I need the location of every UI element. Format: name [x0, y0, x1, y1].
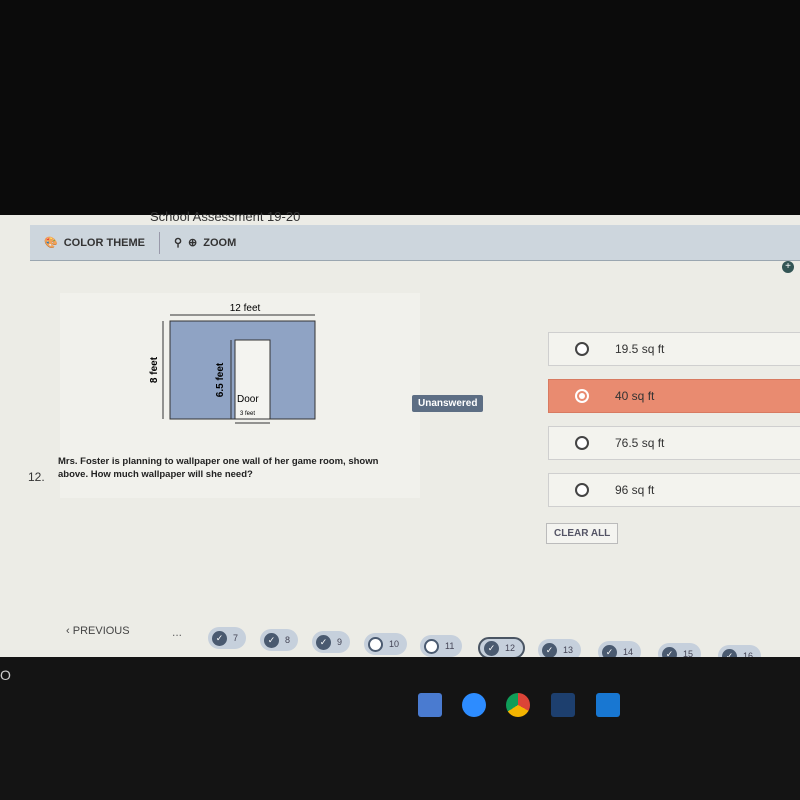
game-app-icon[interactable]	[418, 693, 442, 717]
door-width-label: 3 feet	[240, 411, 255, 417]
answer-option-4[interactable]: 96 sq ft	[548, 473, 800, 507]
unanswered-circle-icon	[424, 638, 439, 654]
launcher-icon[interactable]: O	[0, 667, 11, 683]
question-pill-7[interactable]: ✓ 7	[208, 627, 247, 649]
question-number-label: 8	[285, 635, 291, 645]
door-rect	[234, 339, 271, 420]
plus-icon[interactable]: +	[782, 261, 794, 273]
height-label: 8 feet	[149, 356, 160, 383]
answer-option-3[interactable]: 76.5 sq ft	[548, 426, 800, 460]
question-number-label: 11	[445, 641, 455, 651]
radio-icon[interactable]	[575, 483, 589, 497]
chevron-left-icon: ‹	[66, 625, 73, 637]
zoom-out-icon[interactable]: ⚲	[174, 236, 182, 249]
question-number-label: 12	[505, 643, 516, 653]
palette-icon: 🎨	[44, 237, 58, 249]
question-pill-12[interactable]: ✓ 12	[478, 637, 526, 659]
zoom-app-icon[interactable]	[462, 693, 486, 717]
color-theme-button[interactable]: 🎨 COLOR THEME	[30, 236, 159, 250]
door-height-label: 6.5 feet	[215, 362, 226, 397]
answer-label: 96 sq ft	[615, 483, 655, 497]
check-icon: ✓	[212, 630, 227, 646]
question-number-label: 14	[623, 647, 634, 657]
wall-diagram: 12 feet 8 feet 6.5 feet Door 3 feet	[149, 303, 316, 424]
t-app-icon[interactable]	[551, 693, 575, 717]
color-theme-label: COLOR THEME	[63, 236, 145, 249]
unanswered-tooltip: Unanswered	[412, 395, 484, 412]
assessment-title: School Assessment 19-20	[150, 209, 301, 224]
question-text: Mrs. Foster is planning to wallpaper one…	[58, 456, 379, 480]
x-app-icon[interactable]	[596, 693, 620, 717]
radio-selected-icon[interactable]	[575, 389, 589, 403]
answer-option-2[interactable]: 40 sq ft	[548, 379, 800, 413]
check-icon: ✓	[264, 632, 279, 648]
assessment-screen: School Assessment 19-20 🎨 COLOR THEME ⚲ ⊕ Z…	[0, 209, 800, 667]
width-label: 12 feet	[230, 303, 261, 314]
previous-label: PREVIOUS	[72, 625, 130, 637]
question-number: 12.	[28, 470, 45, 484]
clear-all-button[interactable]: CLEAR ALL	[546, 523, 619, 544]
taskbar: O	[0, 657, 800, 800]
zoom-button[interactable]: ⚲ ⊕ ZOOM	[160, 236, 250, 250]
unanswered-circle-icon	[368, 636, 383, 652]
question-pill-9[interactable]: ✓ 9	[312, 631, 351, 653]
more-left[interactable]: ...	[172, 625, 182, 639]
question-number-label: 13	[563, 645, 574, 655]
answer-label: 40 sq ft	[615, 389, 655, 403]
question-pill-8[interactable]: ✓ 8	[260, 629, 299, 651]
question-pill-10[interactable]: 10	[364, 633, 408, 655]
door-label: Door	[237, 394, 259, 405]
radio-icon[interactable]	[575, 436, 589, 450]
zoom-label: ZOOM	[203, 236, 237, 249]
check-icon: ✓	[316, 634, 331, 650]
question-number-label: 10	[389, 639, 400, 649]
answer-label: 76.5 sq ft	[615, 436, 665, 450]
answer-option-1[interactable]: 19.5 sq ft	[548, 332, 800, 366]
question-pill-11[interactable]: 11	[420, 635, 463, 657]
check-icon: ✓	[542, 642, 557, 658]
chrome-icon[interactable]	[506, 693, 530, 717]
answer-label: 19.5 sq ft	[615, 342, 665, 356]
question-number-label: 7	[233, 633, 239, 643]
toolbar: 🎨 COLOR THEME ⚲ ⊕ ZOOM	[30, 225, 800, 261]
check-icon: ✓	[484, 640, 499, 656]
zoom-in-icon[interactable]: ⊕	[188, 236, 197, 249]
radio-icon[interactable]	[575, 342, 589, 356]
previous-button[interactable]: ‹ PREVIOUS	[66, 625, 130, 637]
question-number-label: 9	[337, 637, 343, 647]
question-navigation: ‹ PREVIOUS ... ✓ 7 ✓ 8 ✓ 9 10 11 ✓ 12 ✓ 13 ✓ 14 ✓ 15 ✓ 16…	[0, 610, 800, 667]
